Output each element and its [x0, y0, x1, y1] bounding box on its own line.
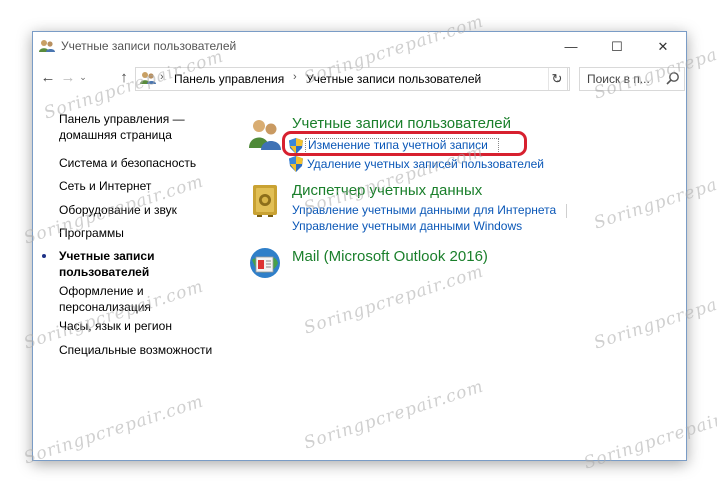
sidebar-item-label: Учетные записи	[59, 249, 155, 263]
sidebar-item-user-accounts[interactable]: Учетные записи пользователей	[59, 248, 154, 280]
sidebar-item-label: Оформление и	[59, 284, 144, 298]
refresh-button[interactable]: ↻	[547, 67, 568, 91]
category-title-mail[interactable]: Mail (Microsoft Outlook 2016)	[292, 248, 488, 265]
sidebar-item-label: пользователей	[59, 265, 150, 279]
close-icon: ✕	[657, 38, 669, 54]
search-input[interactable]: Поиск в п...	[579, 67, 685, 91]
maximize-icon: ☐	[611, 38, 623, 54]
highlight-annotation	[282, 131, 527, 156]
sidebar-item-label: Панель управления —	[59, 112, 185, 126]
current-item-bullet	[42, 254, 46, 258]
recent-locations-button[interactable]: ⌄	[77, 68, 89, 86]
minimize-icon: —	[564, 39, 578, 54]
remove-user-accounts-link[interactable]: Удаление учетных записей пользователей	[307, 157, 544, 171]
sidebar-item-accessibility[interactable]: Специальные возможности	[59, 342, 212, 358]
manage-web-credentials-link[interactable]: Управление учетными данными для Интернет…	[292, 203, 556, 217]
search-placeholder: Поиск в п...	[587, 72, 650, 86]
title-bar[interactable]: Учетные записи пользователей — ☐ ✕	[33, 32, 686, 61]
maximize-button[interactable]: ☐	[594, 32, 640, 61]
link-separator	[566, 204, 567, 218]
refresh-icon: ↻	[551, 71, 563, 86]
category-title-credential-manager[interactable]: Диспетчер учетных данных	[292, 182, 482, 199]
sidebar-item-clock-region[interactable]: Часы, язык и регион	[59, 318, 172, 334]
sidebar-item-system-security[interactable]: Система и безопасность	[59, 155, 196, 171]
sidebar-item-programs[interactable]: Программы	[59, 225, 124, 241]
users-icon	[249, 120, 281, 150]
sidebar-item-hardware-sound[interactable]: Оборудование и звук	[59, 202, 177, 218]
category-title-user-accounts[interactable]: Учетные записи пользователей	[292, 115, 511, 132]
up-arrow-icon: ↑	[120, 68, 128, 86]
chevron-down-icon: ⌄	[79, 71, 87, 82]
window-title: Учетные записи пользователей	[61, 39, 237, 53]
uac-shield-icon	[289, 156, 303, 172]
sidebar-item-label: персонализация	[59, 300, 151, 314]
up-button[interactable]: ↑	[115, 68, 133, 86]
sidebar-item-network[interactable]: Сеть и Интернет	[59, 178, 151, 194]
address-bar[interactable]: › Панель управления › Учетные записи пол…	[135, 67, 570, 91]
mail-icon	[250, 248, 280, 278]
users-icon	[39, 40, 55, 52]
search-icon	[666, 72, 679, 85]
forward-arrow-icon: →	[60, 68, 76, 86]
manage-windows-credentials-link[interactable]: Управление учетными данными Windows	[292, 219, 522, 233]
sidebar-item-appearance[interactable]: Оформление и персонализация	[59, 283, 151, 315]
control-panel-window: Учетные записи пользователей — ☐ ✕ ← → ⌄…	[32, 31, 687, 461]
breadcrumb-user-accounts[interactable]: Учетные записи пользователей	[306, 72, 481, 86]
back-button[interactable]: ←	[39, 68, 57, 86]
credential-vault-icon	[253, 185, 277, 217]
breadcrumb-separator: ›	[293, 71, 297, 83]
sidebar-item-label: домашняя страница	[59, 128, 172, 142]
breadcrumb-control-panel[interactable]: Панель управления	[174, 72, 284, 86]
sidebar-item-home[interactable]: Панель управления — домашняя страница	[59, 111, 185, 143]
navigation-bar: ← → ⌄ ↑ › Панель управления › Учетные за…	[33, 63, 686, 93]
users-icon	[140, 72, 156, 84]
close-button[interactable]: ✕	[640, 32, 686, 61]
breadcrumb-separator: ›	[160, 71, 164, 83]
minimize-button[interactable]: —	[548, 32, 594, 61]
forward-button[interactable]: →	[59, 68, 77, 86]
back-arrow-icon: ←	[40, 68, 56, 86]
